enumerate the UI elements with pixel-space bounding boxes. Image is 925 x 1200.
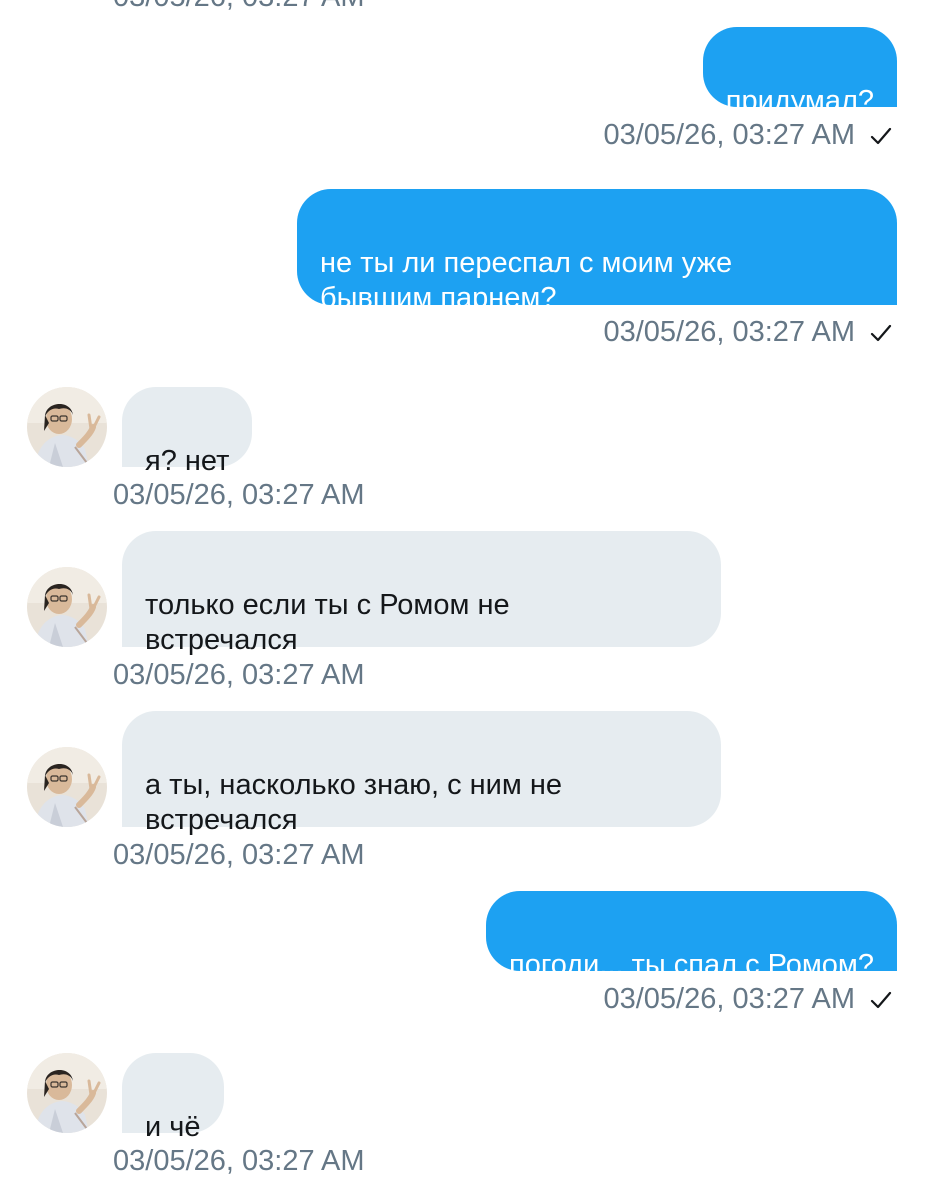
message-text: погоди... ты спал с Ромом? [509, 949, 874, 981]
outgoing-message-bubble[interactable]: придумал? [702, 27, 897, 117]
message-text: а ты, насколько знаю, с ним не встречалс… [145, 769, 563, 836]
incoming-message-bubble[interactable]: и чё [122, 1053, 224, 1143]
message-timestamp: 03/05/26, 03:27 AM [603, 983, 855, 1015]
message-text: придумал? [725, 85, 874, 117]
sent-check-icon [869, 988, 893, 1012]
message-timestamp: 03/05/26, 03:27 AM [113, 839, 365, 871]
message-text: и чё [145, 1111, 201, 1143]
message-text: не ты ли переспал с моим уже бывшим парн… [320, 247, 733, 314]
message-timestamp: 03/05/26, 03:27 AM [603, 316, 855, 348]
incoming-message-bubble[interactable]: а ты, насколько знаю, с ним не встречалс… [122, 711, 721, 836]
sent-check-icon [869, 321, 893, 345]
outgoing-message-bubble[interactable]: не ты ли переспал с моим уже бывшим парн… [297, 189, 897, 314]
sent-check-icon [869, 124, 893, 148]
message-timestamp: 03/05/26, 03:27 AM [113, 479, 365, 511]
avatar[interactable] [27, 567, 107, 647]
message-text: я? нет [145, 445, 230, 477]
avatar[interactable] [27, 387, 107, 467]
avatar[interactable] [27, 747, 107, 827]
message-timestamp: 03/05/26, 03:27 AM [113, 0, 365, 14]
message-timestamp: 03/05/26, 03:27 AM [113, 1145, 365, 1177]
incoming-message-bubble[interactable]: я? нет [122, 387, 253, 477]
message-timestamp: 03/05/26, 03:27 AM [113, 659, 365, 691]
outgoing-message-bubble[interactable]: погоди... ты спал с Ромом? [486, 891, 897, 981]
conversation-thread[interactable]: 03/05/26, 03:27 AM придумал? 03/05/26, 0… [0, 0, 925, 1200]
incoming-message-bubble[interactable]: только если ты с Ромом не встречался [122, 531, 721, 656]
avatar[interactable] [27, 1053, 107, 1133]
message-timestamp: 03/05/26, 03:27 AM [603, 119, 855, 151]
message-text: только если ты с Ромом не встречался [145, 589, 510, 656]
